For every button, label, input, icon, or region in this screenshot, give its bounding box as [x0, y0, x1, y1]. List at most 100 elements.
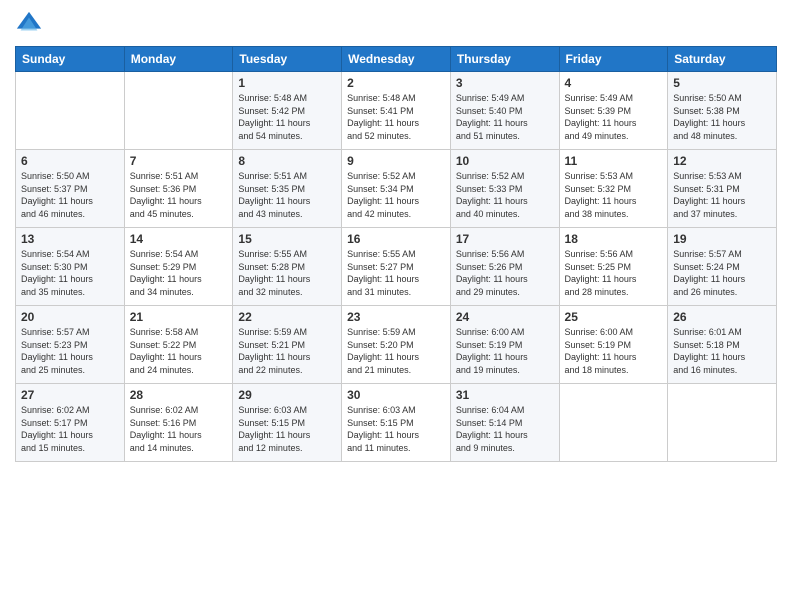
logo-icon — [15, 10, 43, 38]
calendar-cell: 29 Sunrise: 6:03 AM Sunset: 5:15 PM Dayli… — [233, 384, 342, 462]
day-number: 2 — [347, 76, 445, 90]
day-info: Sunrise: 5:59 AM Sunset: 5:21 PM Dayligh… — [238, 326, 336, 376]
calendar-cell: 23Sunrise: 5:59 AM Sunset: 5:20 PM Dayli… — [342, 306, 451, 384]
calendar-cell: 25 Sunrise: 6:00 AM Sunset: 5:19 PM Dayli… — [559, 306, 668, 384]
day-number: 9 — [347, 154, 445, 168]
day-number: 27 — [21, 388, 119, 402]
calendar-cell: 18 Sunrise: 5:56 AM Sunset: 5:25 PM Dayli… — [559, 228, 668, 306]
day-number: 17 — [456, 232, 554, 246]
calendar-cell: 20 Sunrise: 5:57 AM Sunset: 5:23 PM Dayli… — [16, 306, 125, 384]
day-number: 18 — [565, 232, 663, 246]
day-number: 11 — [565, 154, 663, 168]
day-info: Sunrise: 5:49 AM Sunset: 5:39 PM Dayligh… — [565, 92, 663, 142]
day-info: Sunrise: 5:56 AM Sunset: 5:25 PM Dayligh… — [565, 248, 663, 298]
day-info: Sunrise: 5:50 AM Sunset: 5:37 PM Dayligh… — [21, 170, 119, 220]
day-info: Sunrise: 6:02 AM Sunset: 5:17 PM Dayligh… — [21, 404, 119, 454]
day-number: 1 — [238, 76, 336, 90]
day-number: 21 — [130, 310, 228, 324]
header-row: Sunday Monday Tuesday Wednesday Thursday… — [16, 47, 777, 72]
calendar-cell: 22 Sunrise: 5:59 AM Sunset: 5:21 PM Dayli… — [233, 306, 342, 384]
day-info: Sunrise: 5:57 AM Sunset: 5:24 PM Dayligh… — [673, 248, 771, 298]
day-info: Sunrise: 6:00 AM Sunset: 5:19 PM Dayligh… — [456, 326, 554, 376]
week-row-2: 6 Sunrise: 5:50 AM Sunset: 5:37 PM Daylig… — [16, 150, 777, 228]
page-header — [15, 10, 777, 38]
day-info: Sunrise: 5:52 AM Sunset: 5:34 PM Dayligh… — [347, 170, 445, 220]
day-info: Sunrise: 6:03 AM Sunset: 5:15 PM Dayligh… — [347, 404, 445, 454]
day-info: Sunrise: 5:58 AM Sunset: 5:22 PM Dayligh… — [130, 326, 228, 376]
day-info: Sunrise: 6:00 AM Sunset: 5:19 PM Dayligh… — [565, 326, 663, 376]
day-number: 4 — [565, 76, 663, 90]
day-number: 26 — [673, 310, 771, 324]
day-number: 20 — [21, 310, 119, 324]
calendar-cell: 11 Sunrise: 5:53 AM Sunset: 5:32 PM Dayli… — [559, 150, 668, 228]
calendar-body: 1Sunrise: 5:48 AM Sunset: 5:42 PM Daylig… — [16, 72, 777, 462]
calendar-cell: 3 Sunrise: 5:49 AM Sunset: 5:40 PM Daylig… — [450, 72, 559, 150]
logo — [15, 10, 47, 38]
day-info: Sunrise: 5:48 AM Sunset: 5:41 PM Dayligh… — [347, 92, 445, 142]
day-number: 28 — [130, 388, 228, 402]
calendar-cell: 15 Sunrise: 5:55 AM Sunset: 5:28 PM Dayli… — [233, 228, 342, 306]
calendar-cell: 30Sunrise: 6:03 AM Sunset: 5:15 PM Dayli… — [342, 384, 451, 462]
calendar-cell: 12 Sunrise: 5:53 AM Sunset: 5:31 PM Dayli… — [668, 150, 777, 228]
calendar-cell — [16, 72, 125, 150]
col-friday: Friday — [559, 47, 668, 72]
day-number: 3 — [456, 76, 554, 90]
calendar-page: Sunday Monday Tuesday Wednesday Thursday… — [0, 0, 792, 612]
day-info: Sunrise: 6:03 AM Sunset: 5:15 PM Dayligh… — [238, 404, 336, 454]
day-number: 12 — [673, 154, 771, 168]
day-number: 31 — [456, 388, 554, 402]
calendar-cell: 9 Sunrise: 5:52 AM Sunset: 5:34 PM Daylig… — [342, 150, 451, 228]
day-info: Sunrise: 5:49 AM Sunset: 5:40 PM Dayligh… — [456, 92, 554, 142]
day-number: 25 — [565, 310, 663, 324]
day-info: Sunrise: 5:55 AM Sunset: 5:27 PM Dayligh… — [347, 248, 445, 298]
col-tuesday: Tuesday — [233, 47, 342, 72]
calendar-cell — [124, 72, 233, 150]
day-info: Sunrise: 5:53 AM Sunset: 5:31 PM Dayligh… — [673, 170, 771, 220]
day-number: 5 — [673, 76, 771, 90]
calendar-cell: 13Sunrise: 5:54 AM Sunset: 5:30 PM Dayli… — [16, 228, 125, 306]
day-number: 24 — [456, 310, 554, 324]
calendar-cell: 7Sunrise: 5:51 AM Sunset: 5:36 PM Daylig… — [124, 150, 233, 228]
col-wednesday: Wednesday — [342, 47, 451, 72]
week-row-4: 20 Sunrise: 5:57 AM Sunset: 5:23 PM Dayli… — [16, 306, 777, 384]
calendar-cell: 16 Sunrise: 5:55 AM Sunset: 5:27 PM Dayli… — [342, 228, 451, 306]
calendar-table: Sunday Monday Tuesday Wednesday Thursday… — [15, 46, 777, 462]
day-info: Sunrise: 5:56 AM Sunset: 5:26 PM Dayligh… — [456, 248, 554, 298]
calendar-cell: 26 Sunrise: 6:01 AM Sunset: 5:18 PM Dayli… — [668, 306, 777, 384]
day-number: 14 — [130, 232, 228, 246]
day-number: 15 — [238, 232, 336, 246]
day-number: 13 — [21, 232, 119, 246]
day-number: 6 — [21, 154, 119, 168]
calendar-cell: 27 Sunrise: 6:02 AM Sunset: 5:17 PM Dayli… — [16, 384, 125, 462]
day-info: Sunrise: 5:57 AM Sunset: 5:23 PM Dayligh… — [21, 326, 119, 376]
day-info: Sunrise: 5:52 AM Sunset: 5:33 PM Dayligh… — [456, 170, 554, 220]
col-thursday: Thursday — [450, 47, 559, 72]
week-row-3: 13Sunrise: 5:54 AM Sunset: 5:30 PM Dayli… — [16, 228, 777, 306]
day-number: 16 — [347, 232, 445, 246]
day-number: 23 — [347, 310, 445, 324]
calendar-cell — [559, 384, 668, 462]
day-info: Sunrise: 6:04 AM Sunset: 5:14 PM Dayligh… — [456, 404, 554, 454]
col-monday: Monday — [124, 47, 233, 72]
day-info: Sunrise: 6:01 AM Sunset: 5:18 PM Dayligh… — [673, 326, 771, 376]
calendar-cell — [668, 384, 777, 462]
col-saturday: Saturday — [668, 47, 777, 72]
calendar-cell: 28 Sunrise: 6:02 AM Sunset: 5:16 PM Dayli… — [124, 384, 233, 462]
day-info: Sunrise: 5:53 AM Sunset: 5:32 PM Dayligh… — [565, 170, 663, 220]
day-info: Sunrise: 5:51 AM Sunset: 5:36 PM Dayligh… — [130, 170, 228, 220]
calendar-cell: 17 Sunrise: 5:56 AM Sunset: 5:26 PM Dayli… — [450, 228, 559, 306]
col-sunday: Sunday — [16, 47, 125, 72]
day-number: 29 — [238, 388, 336, 402]
day-number: 10 — [456, 154, 554, 168]
calendar-cell: 5Sunrise: 5:50 AM Sunset: 5:38 PM Daylig… — [668, 72, 777, 150]
day-info: Sunrise: 6:02 AM Sunset: 5:16 PM Dayligh… — [130, 404, 228, 454]
calendar-cell: 31 Sunrise: 6:04 AM Sunset: 5:14 PM Dayli… — [450, 384, 559, 462]
calendar-cell: 4 Sunrise: 5:49 AM Sunset: 5:39 PM Daylig… — [559, 72, 668, 150]
week-row-5: 27 Sunrise: 6:02 AM Sunset: 5:17 PM Dayli… — [16, 384, 777, 462]
day-number: 19 — [673, 232, 771, 246]
day-info: Sunrise: 5:55 AM Sunset: 5:28 PM Dayligh… — [238, 248, 336, 298]
calendar-cell: 6 Sunrise: 5:50 AM Sunset: 5:37 PM Daylig… — [16, 150, 125, 228]
day-number: 8 — [238, 154, 336, 168]
calendar-cell: 10 Sunrise: 5:52 AM Sunset: 5:33 PM Dayli… — [450, 150, 559, 228]
day-number: 22 — [238, 310, 336, 324]
